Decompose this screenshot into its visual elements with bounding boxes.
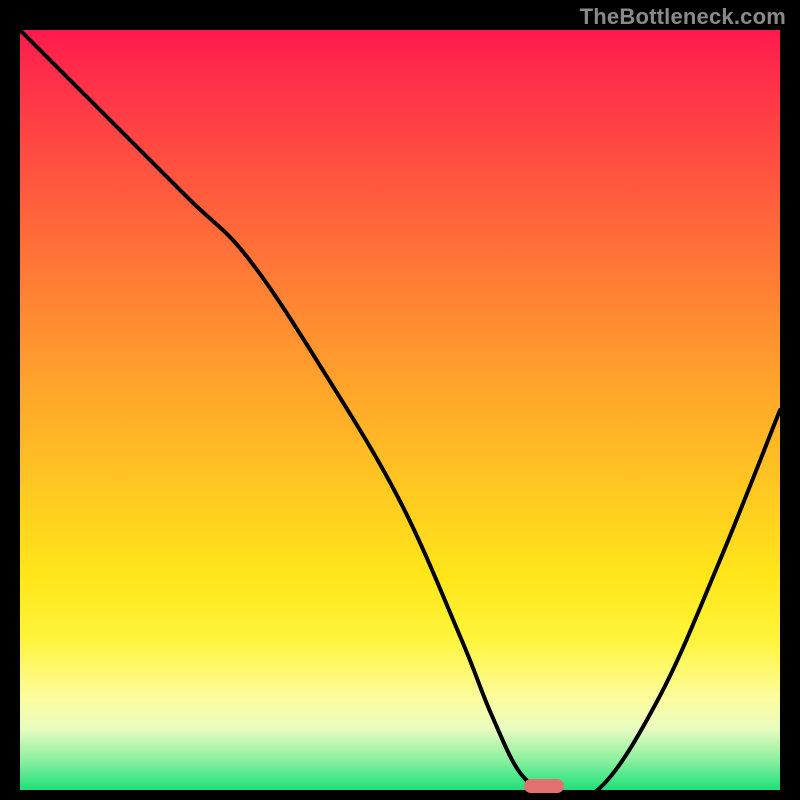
chart-frame	[20, 30, 780, 790]
bottleneck-curve-path	[20, 30, 780, 790]
watermark-text: TheBottleneck.com	[580, 4, 786, 30]
optimal-marker	[524, 779, 564, 793]
chart-line	[20, 30, 780, 790]
